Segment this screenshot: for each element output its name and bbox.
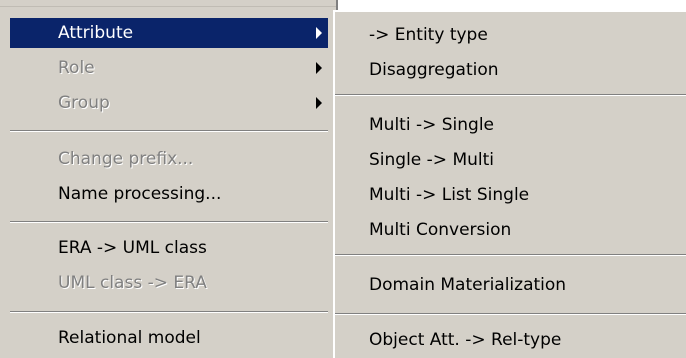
menu-separator xyxy=(10,130,328,132)
menu-item-relational-model[interactable]: Relational model xyxy=(10,323,328,353)
submenu-item-domain-materialization[interactable]: Domain Materialization xyxy=(335,270,686,300)
submenu-item-object-att-to-rel-type[interactable]: Object Att. -> Rel-type xyxy=(335,325,686,355)
submenu-item-single-to-multi[interactable]: Single -> Multi xyxy=(335,145,686,175)
menu-item-label: Role xyxy=(58,58,95,78)
menu-item-label: Attribute xyxy=(58,23,134,43)
submenu-separator xyxy=(335,313,686,315)
submenu-item-label: Multi -> Single xyxy=(369,115,495,135)
menu-item-change-prefix[interactable]: Change prefix... xyxy=(10,144,328,174)
submenu-item-disaggregation[interactable]: Disaggregation xyxy=(335,55,686,85)
submenu-item-multi-to-single[interactable]: Multi -> Single xyxy=(335,110,686,140)
submenu-item-entity-type[interactable]: -> Entity type xyxy=(335,20,686,50)
submenu-separator xyxy=(335,94,686,96)
submenu-item-label: -> Entity type xyxy=(369,25,488,45)
submenu-arrow-icon xyxy=(316,97,322,109)
menu-item-group[interactable]: Group xyxy=(10,88,328,118)
submenu-item-multi-to-list-single[interactable]: Multi -> List Single xyxy=(335,180,686,210)
menu-item-label: Relational model xyxy=(58,328,201,348)
submenu-arrow-icon xyxy=(316,62,322,74)
submenu-item-label: Domain Materialization xyxy=(369,275,567,295)
menu-item-uml-to-era[interactable]: UML class -> ERA xyxy=(10,268,328,298)
menu-item-label: Name processing... xyxy=(58,184,222,204)
menu-item-label: Change prefix... xyxy=(58,149,194,169)
menu-item-attribute[interactable]: Attribute xyxy=(10,18,328,48)
menu-item-name-processing[interactable]: Name processing... xyxy=(10,179,328,209)
submenu-item-label: Multi Conversion xyxy=(369,220,512,240)
menu-item-label: UML class -> ERA xyxy=(58,273,207,293)
menu-item-label: ERA -> UML class xyxy=(58,238,207,258)
submenu-arrow-icon xyxy=(316,27,322,39)
menu-separator xyxy=(10,311,328,313)
menu-item-label: Group xyxy=(58,93,110,113)
submenu-separator xyxy=(335,254,686,256)
submenu-item-label: Multi -> List Single xyxy=(369,185,530,205)
submenu-item-multi-conversion[interactable]: Multi Conversion xyxy=(335,215,686,245)
context-menu: Attribute Role Group Change prefix... Na… xyxy=(0,0,338,358)
submenu-item-label: Object Att. -> Rel-type xyxy=(369,330,562,350)
menu-item-role[interactable]: Role xyxy=(10,53,328,83)
submenu-item-label: Disaggregation xyxy=(369,60,499,80)
menu-top-edge xyxy=(0,0,336,7)
menu-item-era-to-uml[interactable]: ERA -> UML class xyxy=(10,233,328,263)
attribute-submenu: -> Entity type Disaggregation Multi -> S… xyxy=(333,10,686,358)
menu-separator xyxy=(10,221,328,223)
submenu-item-label: Single -> Multi xyxy=(369,150,495,170)
